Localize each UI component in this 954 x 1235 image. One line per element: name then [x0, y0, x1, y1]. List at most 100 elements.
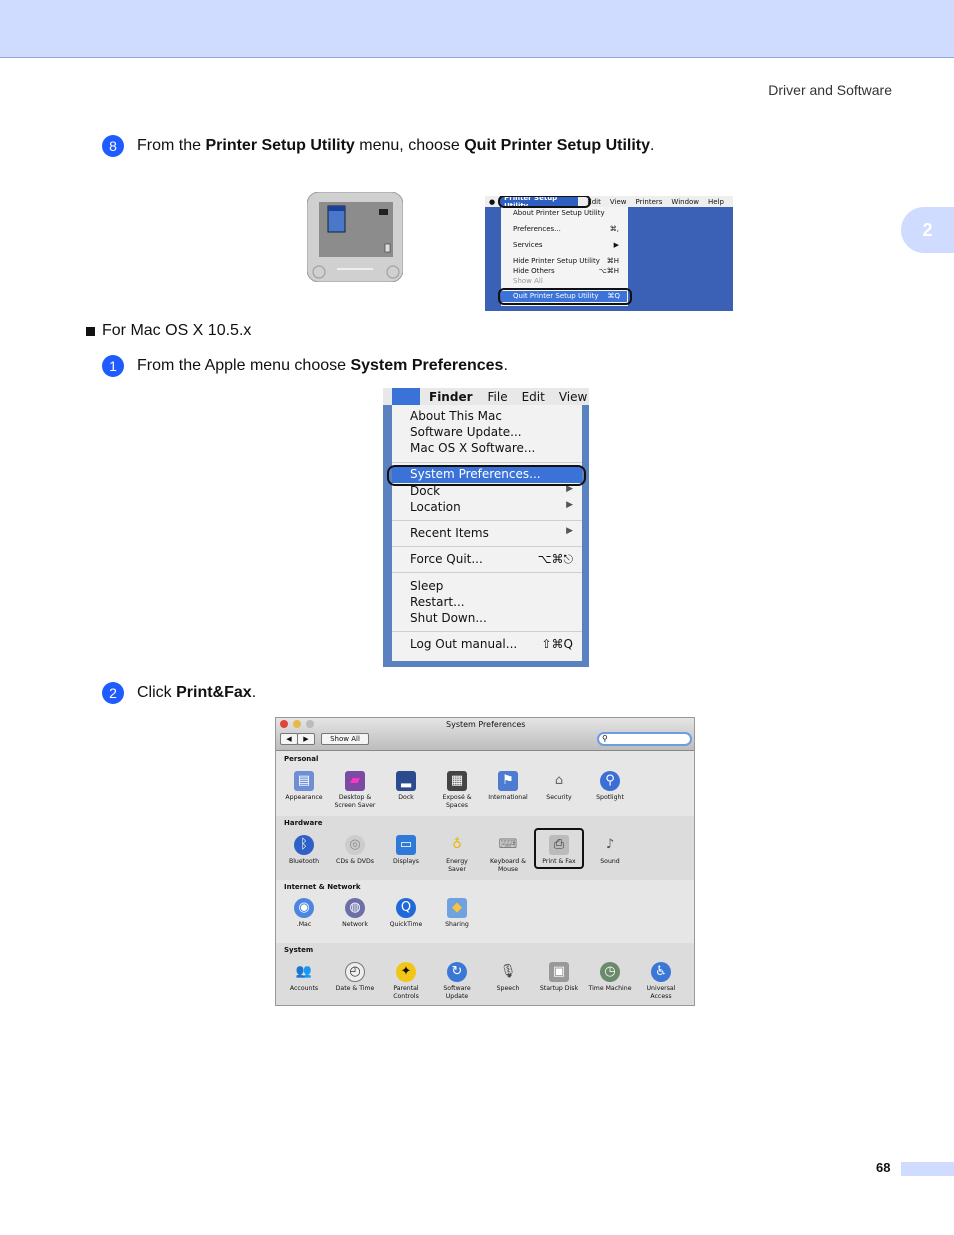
pane-quicktime[interactable]: Q QuickTime: [381, 898, 431, 929]
shortcut: ⌥⌘⎋: [537, 552, 573, 566]
highlight-ring: [498, 196, 591, 208]
apple-dropdown-menu: About This Mac Software Update... Mac OS…: [392, 405, 582, 661]
pane-software-update[interactable]: ↻ Software Update: [432, 962, 482, 1001]
zoom-icon[interactable]: [306, 720, 314, 728]
search-input[interactable]: ⚲: [597, 732, 692, 746]
accessibility-icon: ♿: [651, 962, 671, 982]
step-2: 2 Click Print&Fax.: [102, 682, 256, 704]
back-button[interactable]: ◀: [280, 733, 298, 745]
window-title: System Preferences: [446, 720, 526, 729]
lightbulb-icon: ♁: [452, 837, 462, 852]
section-label: System: [284, 946, 314, 954]
folder-icon: ◆: [447, 898, 467, 918]
quicktime-icon: Q: [396, 898, 416, 918]
menu-item-log-out[interactable]: Log Out manual...: [410, 637, 517, 651]
disk-icon: ▣: [549, 962, 569, 982]
pane-parental-controls[interactable]: ✦ Parental Controls: [381, 962, 431, 1001]
pane-international[interactable]: ⚑ International: [483, 771, 533, 802]
pane-security[interactable]: ⌂ Security: [534, 771, 584, 802]
highlight-ring: [498, 288, 632, 305]
pane-desktop-screen-saver[interactable]: ▰ Desktop & Screen Saver: [330, 771, 380, 810]
spotlight-icon: ⚲: [600, 771, 620, 791]
pane-speech[interactable]: 🎙 Speech: [483, 962, 533, 993]
section-label: Hardware: [284, 819, 323, 827]
bullet-mac-os-10-5: For Mac OS X 10.5.x: [86, 322, 251, 340]
pane-time-machine[interactable]: ◷ Time Machine: [585, 962, 635, 993]
globe-icon: ◉: [294, 898, 314, 918]
menu-item-preferences[interactable]: Preferences...: [513, 225, 561, 233]
pane-displays[interactable]: ▭ Displays: [381, 835, 431, 866]
menu-item-services[interactable]: Services: [513, 241, 543, 249]
pane-bluetooth[interactable]: ᛒ Bluetooth: [279, 835, 329, 866]
pane-sound[interactable]: ♪ Sound: [585, 835, 635, 866]
pane-appearance[interactable]: ▤ Appearance: [279, 771, 329, 802]
menu-item-recent-items[interactable]: Recent Items: [410, 526, 489, 540]
menu-item-location[interactable]: Location: [410, 500, 461, 514]
menu-item-hide-others[interactable]: Hide Others: [513, 267, 555, 275]
expose-icon: ▦: [447, 771, 467, 791]
menu-window[interactable]: Window: [671, 198, 699, 206]
menu-item-force-quit[interactable]: Force Quit...: [410, 552, 483, 566]
appearance-icon: ▤: [294, 771, 314, 791]
menu-view[interactable]: View: [610, 198, 627, 206]
menu-finder[interactable]: Finder: [429, 390, 473, 404]
pane-keyboard-mouse[interactable]: ⌨ Keyboard & Mouse: [483, 835, 533, 874]
pane-accounts[interactable]: 👥 Accounts: [279, 962, 329, 993]
menu-item-about[interactable]: About Printer Setup Utility: [513, 209, 605, 217]
minimize-icon[interactable]: [293, 720, 301, 728]
bluetooth-icon: ᛒ: [294, 835, 314, 855]
menu-printers[interactable]: Printers: [635, 198, 662, 206]
dock-icon: ▂: [396, 771, 416, 791]
submenu-arrow-icon: ▶: [613, 241, 619, 249]
pane-startup-disk[interactable]: ▣ Startup Disk: [534, 962, 584, 993]
update-icon: ↻: [447, 962, 467, 982]
menu-item-hide[interactable]: Hide Printer Setup Utility: [513, 257, 600, 265]
time-machine-icon: ◷: [600, 962, 620, 982]
step-1: 1 From the Apple menu choose System Pref…: [102, 355, 508, 377]
pane-expose-spaces[interactable]: ▦ Exposé & Spaces: [432, 771, 482, 810]
highlight-ring: [534, 828, 584, 869]
flag-icon: ⚑: [498, 771, 518, 791]
section-system: System 👥 Accounts ◴ Date & Time ✦ Parental C…: [276, 943, 694, 1005]
section-personal: Personal ▤ Appearance ▰ Desktop & Screen Sa…: [276, 752, 694, 816]
menu-item-about-this-mac[interactable]: About This Mac: [410, 409, 502, 423]
pane-network[interactable]: ◍ Network: [330, 898, 380, 929]
highlight-ring: [387, 465, 586, 486]
step-number: 8: [102, 135, 124, 157]
menu-edit[interactable]: Edit: [522, 390, 545, 404]
forward-button[interactable]: ▶: [297, 733, 315, 745]
pane-energy-saver[interactable]: ♁ Energy Saver: [432, 835, 482, 874]
menu-help[interactable]: Help: [708, 198, 724, 206]
pane-spotlight[interactable]: ⚲ Spotlight: [585, 771, 635, 802]
close-icon[interactable]: [280, 720, 288, 728]
pane-sharing[interactable]: ◆ Sharing: [432, 898, 482, 929]
menu-view[interactable]: View: [559, 390, 587, 404]
bullet-square-icon: [86, 326, 95, 336]
pane-date-time[interactable]: ◴ Date & Time: [330, 962, 380, 993]
pane-cds-dvds[interactable]: ◎ CDs & DVDs: [330, 835, 380, 866]
pane-dock[interactable]: ▂ Dock: [381, 771, 431, 802]
apple-icon[interactable]: [392, 388, 420, 405]
shortcut: ⌥⌘H: [598, 267, 619, 275]
pane-universal-access[interactable]: ♿ Universal Access: [636, 962, 686, 1001]
page-bar: [901, 1162, 954, 1176]
shortcut: ⌘H: [606, 257, 619, 265]
menu-item-shut-down[interactable]: Shut Down...: [410, 611, 487, 625]
disc-icon: ◎: [345, 835, 365, 855]
separator: [392, 462, 582, 463]
menu-file[interactable]: File: [488, 390, 508, 404]
menu-item-sleep[interactable]: Sleep: [410, 579, 443, 593]
mouse-icon: ⌨: [498, 837, 518, 852]
menu-item-software-update[interactable]: Software Update...: [410, 425, 522, 439]
search-icon: ⚲: [602, 734, 608, 743]
chapter-tab: 2: [901, 207, 954, 253]
submenu-arrow-icon: ▶: [566, 500, 573, 510]
menu-item-restart[interactable]: Restart...: [410, 595, 465, 609]
show-all-button[interactable]: Show All: [321, 733, 369, 745]
title-bar: System Preferences ◀ ▶ Show All ⚲: [276, 718, 694, 751]
menu-item-mac-os-x-software[interactable]: Mac OS X Software...: [410, 441, 535, 455]
apple-icon: ●: [489, 197, 496, 206]
pane-mac[interactable]: ◉ .Mac: [279, 898, 329, 929]
menu-item-dock[interactable]: Dock: [410, 484, 440, 498]
section-label: Internet & Network: [284, 883, 361, 891]
